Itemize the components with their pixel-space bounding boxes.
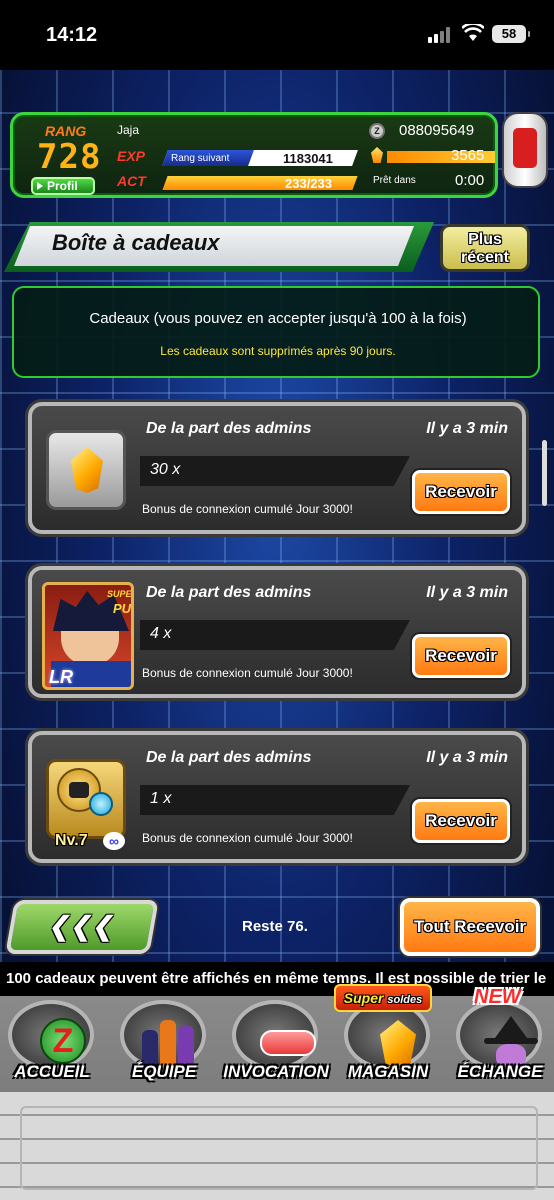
capsule-menu-icon[interactable]: [502, 112, 548, 188]
z-emblem-icon: Z: [40, 1018, 86, 1064]
nav-label: MAGASIN: [347, 1062, 429, 1081]
gift-quantity: 1 x: [150, 790, 172, 807]
gift-time: Il y a 3 min: [426, 420, 508, 437]
gift-card: De la part des admins Il y a 3 min 30 x …: [28, 402, 526, 534]
nav-exchange[interactable]: ÉCHANGE: [448, 998, 552, 1092]
status-time: 14:12: [46, 24, 98, 46]
level-label: Nv.7: [55, 832, 88, 849]
receive-button[interactable]: Recevoir: [412, 799, 510, 843]
support-memory-icon: Nv.7 ∞: [46, 759, 126, 850]
dragon-stone-icon: [46, 430, 126, 510]
receive-all-button[interactable]: Tout Recevoir: [400, 898, 540, 956]
orb-icon: [89, 792, 113, 816]
zeni-value: 088095649: [399, 122, 475, 139]
info-box: Cadeaux (vous pouvez en accepter jusqu'à…: [12, 286, 540, 378]
summon-capsule-icon: [260, 1030, 316, 1056]
back-button[interactable]: ❮❮❮: [5, 900, 159, 954]
exp-value: 1183041: [283, 151, 333, 166]
nav-label: INVOCATION: [223, 1062, 329, 1081]
character-card-icon: SUPER PUI LR: [42, 582, 134, 690]
next-rank-label: Rang suivant: [171, 153, 230, 164]
exp-label: EXP: [117, 148, 146, 164]
gift-description: Bonus de connexion cumulé Jour 3000!: [142, 666, 353, 680]
dragon-stone-icon: [371, 147, 383, 163]
remaining-count: Reste 76.: [242, 918, 308, 935]
battery-icon: 58: [492, 25, 530, 43]
page-title: Boîte à cadeaux: [52, 230, 220, 255]
ready-label: Prêt dans: [373, 175, 416, 186]
nav-circle: [456, 1000, 542, 1070]
nav-circle: [120, 1000, 206, 1070]
status-bar: 14:12 58: [0, 0, 554, 70]
nav-team[interactable]: ÉQUIPE: [112, 998, 216, 1092]
gift-sender: De la part des admins: [146, 584, 312, 601]
gift-time: Il y a 3 min: [426, 584, 508, 601]
gift-card: Nv.7 ∞ De la part des admins Il y a 3 mi…: [28, 731, 526, 863]
zeni-icon: Z: [369, 123, 385, 139]
gift-quantity: 30 x: [150, 461, 181, 478]
scrollbar[interactable]: [542, 440, 547, 506]
receive-button[interactable]: Recevoir: [412, 634, 510, 678]
pui-tag: PUI: [113, 601, 134, 616]
sort-recent-button[interactable]: Plus récent: [440, 224, 530, 272]
gift-card: SUPER PUI LR De la part des admins Il y …: [28, 566, 526, 698]
gift-sender: De la part des admins: [146, 749, 312, 766]
ready-value: 0:00: [455, 172, 485, 189]
nav-home[interactable]: Z ACCUEIL: [0, 998, 104, 1092]
info-main-text: Cadeaux (vous pouvez en accepter jusqu'à…: [89, 310, 467, 327]
wifi-icon: [462, 24, 484, 41]
nav-label: ÉQUIPE: [131, 1062, 197, 1081]
super-tag: SUPER: [107, 589, 132, 599]
gift-sender: De la part des admins: [146, 420, 312, 437]
info-ticker: 100 cadeaux peuvent être affichés en mêm…: [0, 962, 554, 996]
quantity-bar: [140, 456, 410, 486]
nav-summon[interactable]: INVOCATION: [223, 998, 329, 1092]
info-sub-text: Les cadeaux sont supprimés après 90 jour…: [160, 344, 396, 358]
dragon-stone-value: 3565: [451, 147, 485, 164]
quantity-bar: [140, 620, 410, 650]
gift-quantity: 4 x: [150, 625, 172, 642]
receive-button[interactable]: Recevoir: [412, 470, 510, 514]
super-badge-text: Super: [343, 990, 384, 1006]
quantity-bar: [140, 785, 410, 815]
nav-circle: [232, 1000, 318, 1070]
nav-circle: Z: [8, 1000, 94, 1070]
nav-tray: [0, 1092, 554, 1200]
gift-time: Il y a 3 min: [426, 749, 508, 766]
nav-label: ÉCHANGE: [457, 1062, 543, 1081]
infinity-icon: ∞: [103, 832, 125, 850]
cellular-signal-icon: [428, 27, 452, 43]
nav-label: ACCUEIL: [14, 1062, 90, 1081]
act-label: ACT: [117, 173, 146, 189]
super-badge-sub: soldes: [387, 994, 423, 1006]
player-status-panel: RANG 728 Profil Jaja EXP Rang suivant 11…: [10, 112, 498, 198]
dragon-stone-icon: [380, 1020, 416, 1068]
new-badge: NEW: [474, 986, 521, 1008]
profile-button[interactable]: Profil: [31, 177, 95, 195]
gift-description: Bonus de connexion cumulé Jour 3000!: [142, 502, 353, 516]
rarity-tag: LR: [49, 667, 73, 687]
gift-description: Bonus de connexion cumulé Jour 3000!: [142, 831, 353, 845]
act-value: 233/233: [285, 176, 332, 191]
rank-value: 728: [37, 137, 102, 177]
player-name: Jaja: [117, 123, 140, 137]
nav-shop[interactable]: MAGASIN: [336, 998, 440, 1092]
super-sale-badge: Super soldes: [334, 984, 432, 1012]
